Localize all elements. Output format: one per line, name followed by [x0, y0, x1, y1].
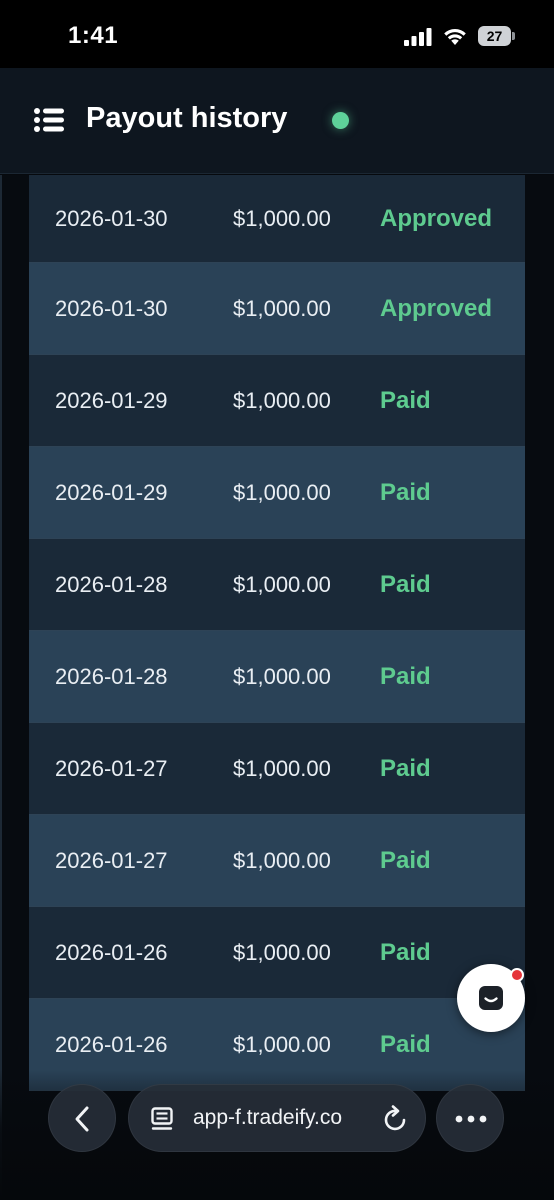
payout-status: Paid: [380, 846, 431, 874]
wifi-icon: [444, 29, 466, 45]
battery-tip: [512, 32, 515, 40]
payout-amount: $1,000.00: [233, 755, 331, 781]
table-row: 2026-01-26 $1,000.00 Paid: [29, 907, 525, 999]
chat-button[interactable]: [457, 964, 525, 1032]
menu-icon[interactable]: [34, 108, 64, 132]
status-indicator: [332, 112, 349, 129]
status-bar: 1:41 27: [0, 0, 554, 68]
battery-icon: 27: [478, 26, 516, 46]
table-row: 2026-01-29 $1,000.00 Paid: [29, 355, 525, 447]
table-row: 2026-01-27 $1,000.00 Paid: [29, 815, 525, 907]
payout-amount: $1,000.00: [233, 1031, 331, 1057]
status-time: 1:41: [68, 22, 119, 49]
more-icon: [455, 1115, 487, 1123]
payout-date: 2026-01-27: [55, 755, 168, 781]
payout-date: 2026-01-29: [55, 387, 168, 413]
payout-status: Paid: [380, 478, 431, 506]
page-icon[interactable]: [151, 1107, 173, 1131]
payout-amount: $1,000.00: [233, 939, 331, 965]
payout-status: Approved: [380, 204, 493, 232]
reload-icon[interactable]: [383, 1105, 409, 1133]
notification-dot: [510, 968, 524, 982]
payout-status: Paid: [380, 662, 431, 690]
payout-date: 2026-01-30: [55, 295, 168, 321]
payout-amount: $1,000.00: [233, 205, 331, 231]
payout-date: 2026-01-30: [55, 205, 168, 231]
signal-icon: [404, 28, 432, 46]
app-header: Payout history: [0, 68, 554, 174]
left-rail: [0, 175, 2, 1200]
payout-status: Paid: [380, 570, 431, 598]
payout-date: 2026-01-28: [55, 571, 168, 597]
chat-icon: [479, 986, 503, 1010]
page-title: Payout history: [86, 102, 288, 134]
payout-date: 2026-01-29: [55, 479, 168, 505]
payout-status: Paid: [380, 1030, 431, 1058]
back-button[interactable]: [48, 1084, 116, 1152]
screen: 1:41 27 Payout history 2026-01-30 $1,000…: [0, 0, 554, 1200]
battery-level: 27: [478, 26, 511, 46]
table-row: 2026-01-27 $1,000.00 Paid: [29, 723, 525, 815]
table-row: 2026-01-28 $1,000.00 Paid: [29, 631, 525, 723]
back-icon: [75, 1106, 89, 1132]
payout-status: Paid: [380, 754, 431, 782]
payout-amount: $1,000.00: [233, 387, 331, 413]
table-row: 2026-01-30 $1,000.00 Approved: [29, 175, 525, 263]
payout-date: 2026-01-27: [55, 847, 168, 873]
table-row: 2026-01-29 $1,000.00 Paid: [29, 447, 525, 539]
payout-content: 2026-01-30 $1,000.00 Approved 2026-01-30 $1,…: [0, 175, 554, 1200]
payout-status: Approved: [380, 294, 493, 322]
payout-status: Paid: [380, 386, 431, 414]
payout-date: 2026-01-26: [55, 939, 168, 965]
payout-status: Paid: [380, 938, 431, 966]
payout-amount: $1,000.00: [233, 571, 331, 597]
more-button[interactable]: [436, 1084, 504, 1152]
payout-amount: $1,000.00: [233, 663, 331, 689]
address-bar[interactable]: app-f.tradeify.co: [128, 1084, 426, 1152]
url-text: app-f.tradeify.co: [193, 1106, 343, 1129]
table-row: 2026-01-30 $1,000.00 Approved: [29, 263, 525, 355]
payout-date: 2026-01-26: [55, 1031, 168, 1057]
payout-date: 2026-01-28: [55, 663, 168, 689]
payout-amount: $1,000.00: [233, 847, 331, 873]
payout-amount: $1,000.00: [233, 295, 331, 321]
payout-amount: $1,000.00: [233, 479, 331, 505]
payout-table: 2026-01-30 $1,000.00 Approved 2026-01-30 $1,…: [29, 175, 525, 1091]
table-row: 2026-01-28 $1,000.00 Paid: [29, 539, 525, 631]
